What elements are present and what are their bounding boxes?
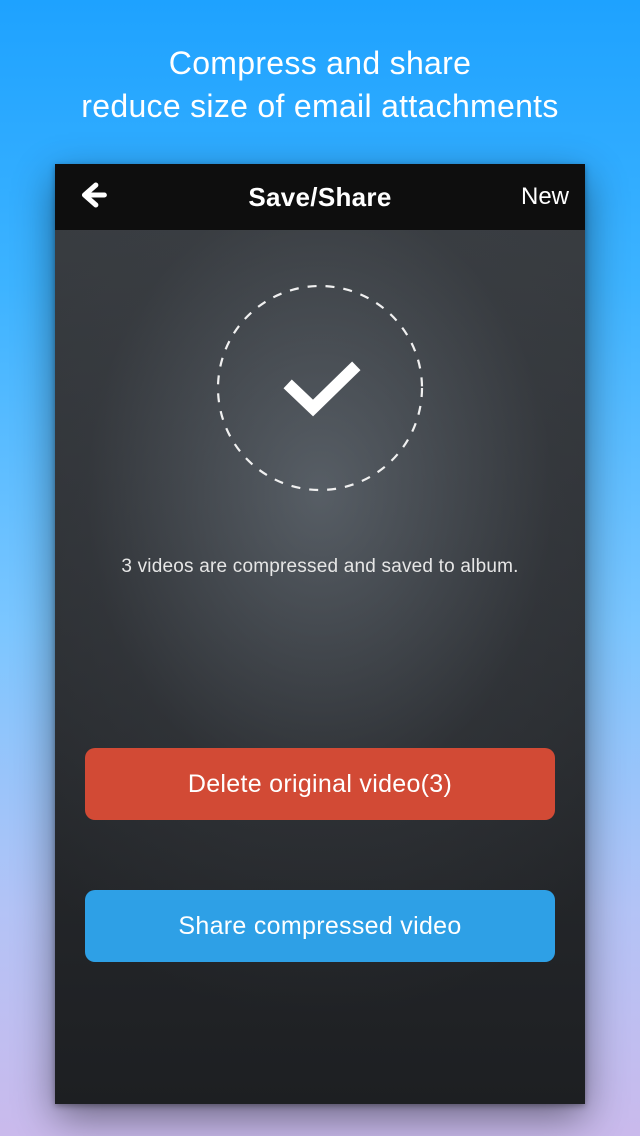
app-screen: Save/Share New 3 videos are compressed a… [55,164,585,1104]
share-compressed-button[interactable]: Share compressed video [85,890,555,962]
status-message: 3 videos are compressed and saved to alb… [121,556,518,578]
delete-original-label: Delete original video(3) [188,770,452,799]
success-indicator: 3 videos are compressed and saved to alb… [55,230,585,578]
share-compressed-label: Share compressed video [178,912,461,941]
checkmark-icon [292,370,352,408]
delete-original-button[interactable]: Delete original video(3) [85,748,555,820]
success-circle-icon [214,282,426,494]
promo-line-1: Compress and share [0,42,640,85]
new-button[interactable]: New [521,164,569,230]
back-button[interactable] [63,164,123,230]
promo-heading: Compress and share reduce size of email … [0,0,640,128]
back-arrow-icon [76,178,110,217]
navbar-title: Save/Share [248,182,391,213]
navbar: Save/Share New [55,164,585,230]
promo-line-2: reduce size of email attachments [0,85,640,128]
